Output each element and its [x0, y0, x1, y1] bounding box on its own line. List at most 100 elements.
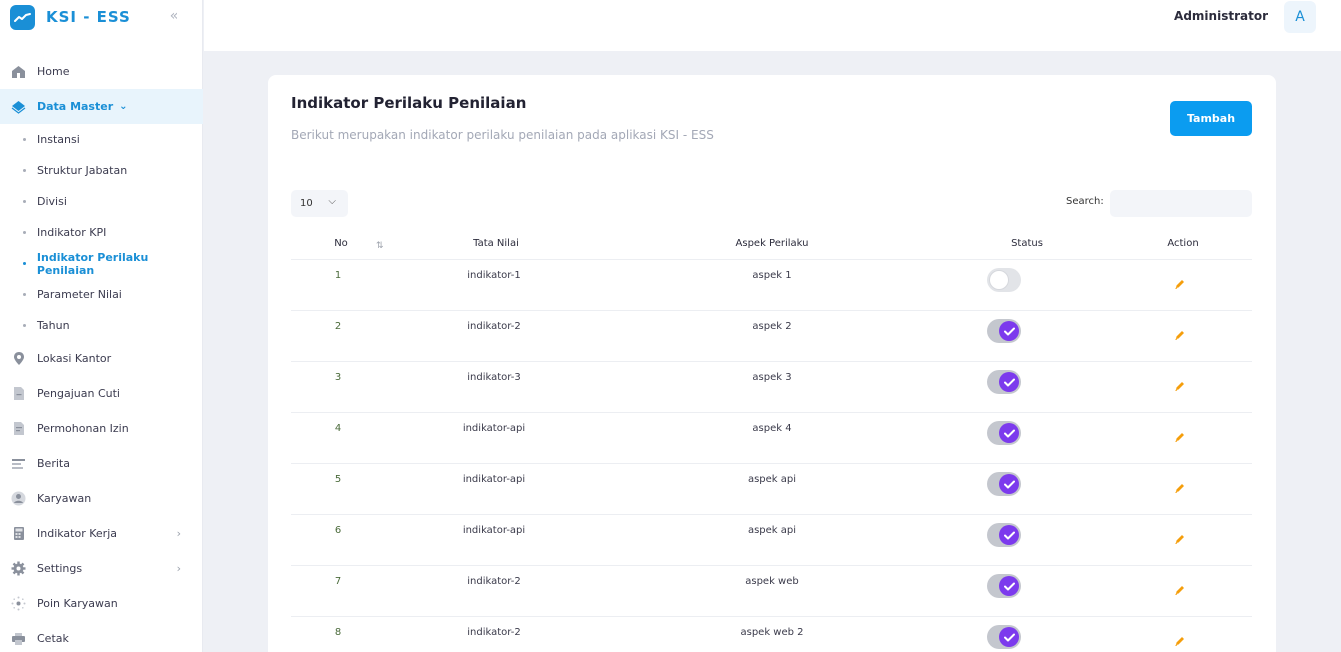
sidebar-item-data-master[interactable]: Data Master ⌄ [0, 89, 203, 124]
sidebar-subitem-instansi[interactable]: Instansi [0, 124, 203, 155]
status-toggle[interactable] [987, 319, 1021, 343]
sidebar-item-settings[interactable]: Settings › [0, 551, 203, 586]
sidebar-item-berita[interactable]: Berita [0, 446, 203, 481]
bullet-dot [23, 231, 26, 234]
edit-pencil-icon[interactable] [1174, 584, 1186, 596]
toggle-knob [999, 321, 1019, 341]
cell-tata-nilai: indikator-2 [467, 576, 521, 587]
edit-pencil-icon[interactable] [1174, 380, 1186, 392]
status-toggle[interactable] [987, 421, 1021, 445]
bullet-dot [23, 169, 26, 172]
cell-aspek-perilaku: aspek api [747, 474, 797, 485]
status-toggle[interactable] [987, 523, 1021, 547]
chevron-down-icon: ⌄ [119, 101, 128, 112]
status-toggle[interactable] [987, 472, 1021, 496]
collapse-sidebar-icon[interactable]: « [166, 8, 182, 24]
sidebar-subitem-parameter-nilai[interactable]: Parameter Nilai [0, 279, 203, 310]
cell-tata-nilai: indikator-2 [467, 627, 521, 638]
sidebar-subitem-label: Struktur Jabatan [37, 164, 128, 177]
bullet-dot [23, 200, 26, 203]
cell-no: 2 [334, 321, 342, 332]
diamond-icon [10, 98, 27, 115]
brand-logo-icon [10, 4, 35, 30]
check-icon [1003, 327, 1015, 335]
status-toggle[interactable] [987, 370, 1021, 394]
toggle-knob [999, 576, 1019, 596]
sidebar-item-label: Data Master [37, 100, 114, 113]
sidebar-item-poin-karyawan[interactable]: Poin Karyawan [0, 586, 203, 621]
check-icon [1003, 633, 1015, 641]
cell-no: 7 [334, 576, 342, 587]
add-button[interactable]: Tambah [1170, 101, 1252, 136]
table-row: 7 indikator-2 aspek web [291, 566, 1252, 617]
sidebar-subitem-label: Instansi [37, 133, 80, 146]
search-label: Search: [1066, 196, 1104, 207]
status-toggle[interactable] [987, 268, 1021, 292]
user-name[interactable]: Administrator [1174, 9, 1268, 23]
cell-aspek-perilaku: aspek 4 [752, 423, 792, 434]
table-row: 1 indikator-1 aspek 1 [291, 260, 1252, 311]
data-table: No ⇅ Tata Nilai Aspek Perilaku Status Ac… [291, 233, 1252, 652]
cell-aspek-perilaku: aspek 1 [752, 270, 792, 281]
sidebar-subitem-indikator-kpi[interactable]: Indikator KPI [0, 217, 203, 248]
edit-pencil-icon[interactable] [1174, 329, 1186, 341]
check-icon [1003, 582, 1015, 590]
page-length-select[interactable]: 10 ⌵ [291, 190, 348, 217]
sidebar-item-label: Lokasi Kantor [37, 352, 112, 365]
column-header-status[interactable]: Status [1011, 238, 1043, 249]
sidebar-item-pengajuan-cuti[interactable]: Pengajuan Cuti [0, 376, 203, 411]
page-subtitle: Berikut merupakan indikator perilaku pen… [291, 128, 714, 142]
edit-pencil-icon[interactable] [1174, 635, 1186, 647]
chevron-right-icon: › [176, 562, 181, 575]
sidebar-item-label: Cetak [37, 632, 69, 645]
cell-tata-nilai: indikator-3 [467, 372, 521, 383]
sort-icon[interactable]: ⇅ [376, 241, 384, 251]
cell-no: 5 [334, 474, 342, 485]
bullet-dot [23, 324, 26, 327]
column-header-tata-nilai[interactable]: Tata Nilai [473, 238, 519, 249]
sidebar-item-label: Berita [37, 457, 70, 470]
check-icon [1003, 378, 1015, 386]
sidebar: KSI - ESS « Home Data Master ⌄ Instansi … [0, 0, 203, 652]
cell-no: 6 [334, 525, 342, 536]
toggle-knob [999, 627, 1019, 647]
home-icon [10, 63, 27, 80]
column-header-aspek-perilaku[interactable]: Aspek Perilaku [736, 238, 809, 249]
sparkle-icon [10, 595, 27, 612]
calculator-icon [10, 525, 27, 542]
search-input[interactable] [1110, 190, 1252, 217]
sidebar-subitem-tahun[interactable]: Tahun [0, 310, 203, 341]
bullet-dot [23, 293, 26, 296]
edit-pencil-icon[interactable] [1174, 482, 1186, 494]
sidebar-item-permohonan-izin[interactable]: Permohonan Izin [0, 411, 203, 446]
edit-pencil-icon[interactable] [1174, 533, 1186, 545]
chevron-right-icon: › [176, 527, 181, 540]
cell-aspek-perilaku: aspek web 2 [740, 627, 804, 638]
bullet-dot [23, 262, 26, 265]
sidebar-item-cetak[interactable]: Cetak [0, 621, 203, 652]
page-title: Indikator Perilaku Penilaian [291, 94, 527, 112]
toggle-knob [989, 270, 1009, 290]
sidebar-item-label: Indikator Kerja [37, 527, 117, 540]
gear-icon [10, 560, 27, 577]
cell-aspek-perilaku: aspek 2 [752, 321, 792, 332]
status-toggle[interactable] [987, 625, 1021, 649]
sidebar-subitem-struktur-jabatan[interactable]: Struktur Jabatan [0, 155, 203, 186]
avatar[interactable]: A [1284, 1, 1316, 33]
sidebar-item-karyawan[interactable]: Karyawan [0, 481, 203, 516]
sidebar-subitem-label: Indikator KPI [37, 226, 107, 239]
sidebar-subitem-indikator-perilaku-penilaian[interactable]: Indikator Perilaku Penilaian [0, 248, 203, 279]
edit-pencil-icon[interactable] [1174, 431, 1186, 443]
sidebar-item-lokasi-kantor[interactable]: Lokasi Kantor [0, 341, 203, 376]
status-toggle[interactable] [987, 574, 1021, 598]
table-header: No ⇅ Tata Nilai Aspek Perilaku Status Ac… [291, 233, 1252, 260]
cell-aspek-perilaku: aspek 3 [752, 372, 792, 383]
sidebar-item-home[interactable]: Home [0, 54, 203, 89]
sidebar-item-indikator-kerja[interactable]: Indikator Kerja › [0, 516, 203, 551]
sidebar-item-label: Karyawan [37, 492, 92, 505]
column-header-no[interactable]: No [334, 238, 348, 249]
document-lines-icon [10, 420, 27, 437]
sidebar-subitem-divisi[interactable]: Divisi [0, 186, 203, 217]
sidebar-subitem-label: Indikator Perilaku Penilaian [36, 250, 149, 277]
edit-pencil-icon[interactable] [1174, 278, 1186, 290]
